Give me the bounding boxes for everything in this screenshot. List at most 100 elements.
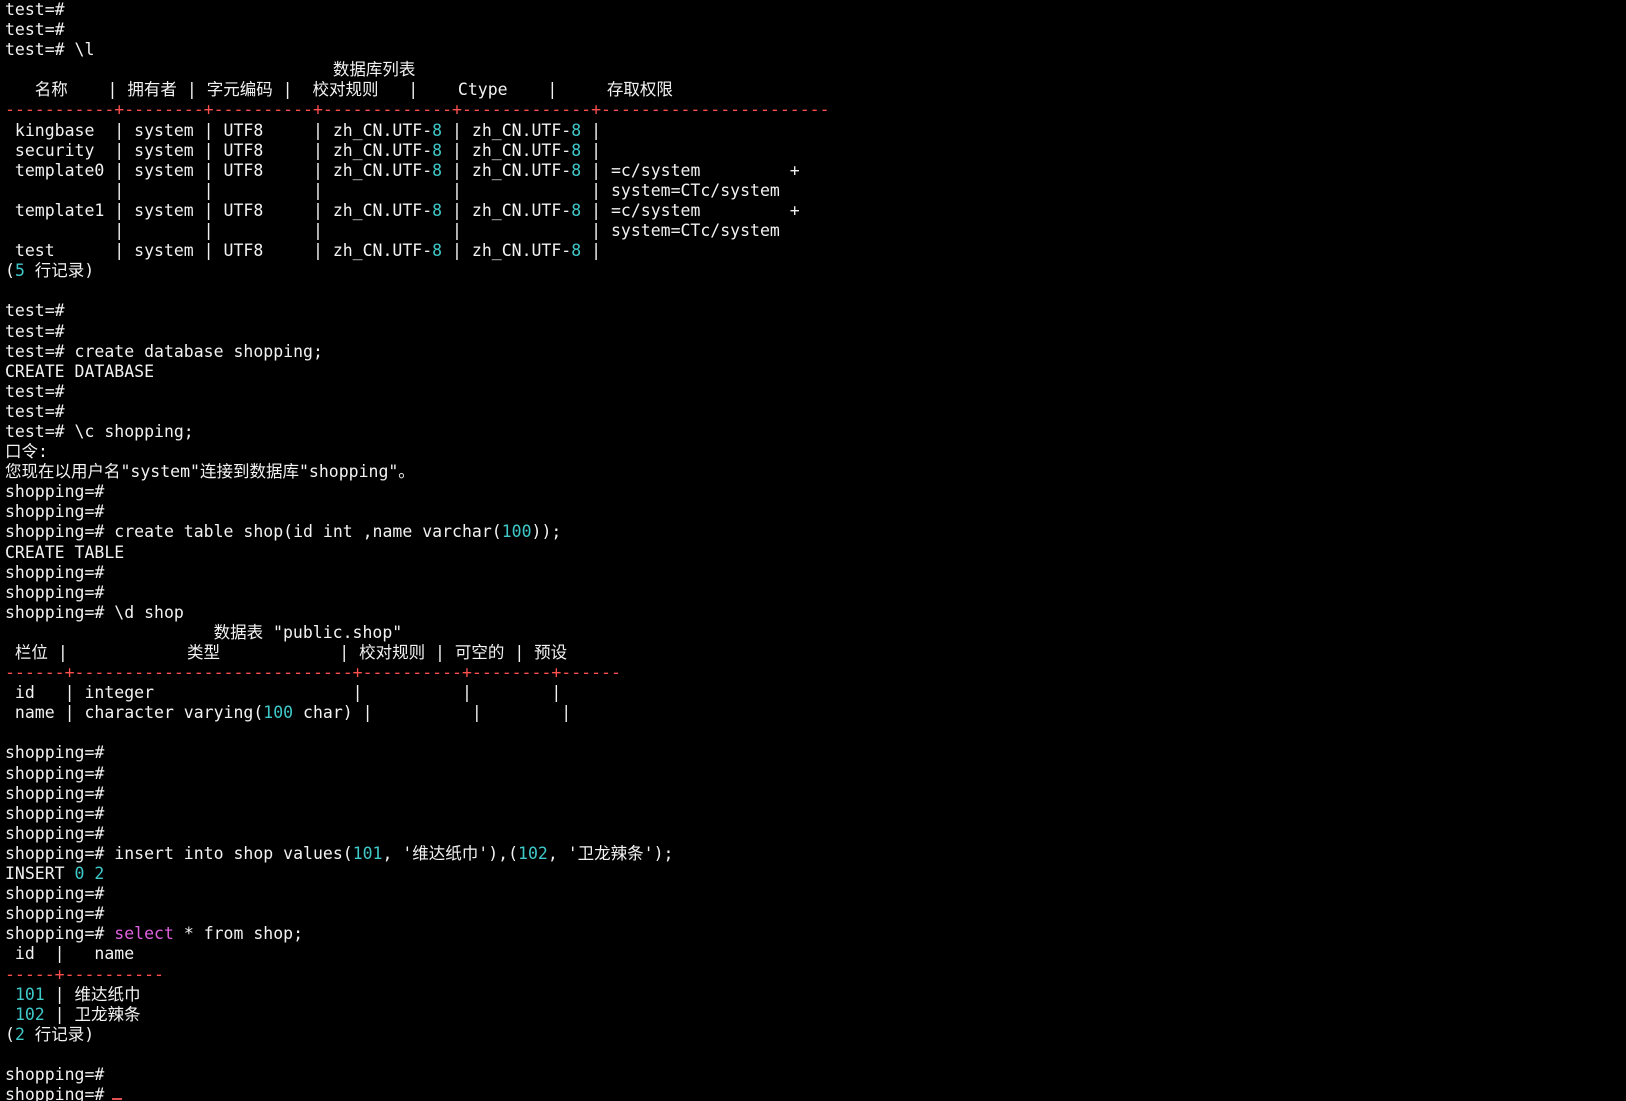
terminal-text: shopping=# [5,1085,105,1101]
terminal-text: shopping=# create table shop(id int ,nam… [5,522,502,542]
cursor-icon [112,1098,123,1101]
terminal-line: 栏位 | 类型 | 校对规则 | 可空的 | 预设 [5,643,1621,663]
terminal-line: test=# [5,382,1621,402]
terminal-text: 102 [14,1004,45,1024]
terminal-text: ( [5,261,15,281]
terminal-text: 8 [571,160,582,180]
terminal-text: shopping=# [5,803,105,823]
terminal-line: shopping=# insert into shop values(101, … [5,844,1621,864]
terminal-text: | | | | | system=CTc/system [5,221,780,241]
terminal-text: shopping=# [5,924,115,944]
terminal-text: -----+ [5,964,65,984]
terminal-line: shopping=# create table shop(id int ,nam… [5,522,1621,542]
terminal-text: | [581,120,602,140]
terminal-line: shopping=# [5,824,1621,844]
terminal-text: template0 | system | UTF8 | zh_CN.UTF- [5,160,433,180]
terminal-text: test=# [5,20,65,40]
terminal-text: | 维达纸巾 [44,984,141,1004]
terminal-text: template1 | system | UTF8 | zh_CN.UTF- [5,200,433,220]
terminal-text: 8 [571,200,582,220]
terminal-line: 数据表 "public.shop" [5,623,1621,643]
terminal-text: 数据库列表 [5,60,416,80]
terminal-text: 2 [94,864,105,884]
terminal-text: | zh_CN.UTF- [442,200,572,220]
terminal-text: shopping=# [5,482,105,502]
terminal-text: shopping=# \d shop [5,602,184,622]
terminal-text: | | | | | system=CTc/system [5,180,780,200]
terminal-text: ------+----------------------------+----… [5,663,621,683]
terminal-text: ( [5,1024,15,1044]
terminal-text: shopping=# [5,502,105,522]
terminal-line: shopping=# [5,563,1621,583]
terminal-line: id | integer | | | [5,683,1621,703]
terminal-text: 8 [571,140,582,160]
terminal-text: name | character varying( [5,703,264,723]
terminal-text: 0 [74,864,85,884]
terminal-line: | | | | | system=CTc/system [5,221,1621,241]
terminal-line: kingbase | system | UTF8 | zh_CN.UTF-8 |… [5,121,1621,141]
terminal-line: 您现在以用户名"system"连接到数据库"shopping"。 [5,462,1621,482]
terminal-text: shopping=# [5,582,105,602]
terminal-line: shopping=# [5,764,1621,784]
terminal-line: INSERT 0 2 [5,864,1621,884]
terminal-line: test=# [5,301,1621,321]
terminal-text: test=# \c shopping; [5,421,194,441]
terminal-text: | zh_CN.UTF- [442,120,572,140]
terminal-text: shopping=# [5,904,105,924]
terminal-text: , '卫龙辣条'); [547,843,674,863]
terminal-line: shopping=# [5,804,1621,824]
terminal-line: shopping=# select * from shop; [5,924,1621,944]
terminal-line: test=# [5,20,1621,40]
terminal-text: select [114,924,174,944]
terminal-text: 101 [352,843,383,863]
terminal-text: shopping=# [5,884,105,904]
terminal-line: id | name [5,944,1621,964]
terminal-text: 2 [14,1024,25,1044]
terminal-text: 行记录) [24,1024,95,1044]
terminal-text: 8 [432,160,443,180]
terminal-line: name | character varying(100 char) | | | [5,703,1621,723]
terminal-text: , '维达纸巾'),( [382,843,519,863]
terminal-text: id | name [5,944,135,964]
terminal-text: 8 [432,120,443,140]
terminal-text: 102 [518,843,548,863]
terminal-text: 8 [571,120,582,140]
terminal-text: | 卫龙辣条 [44,1004,141,1024]
terminal-text: test=# create database shopping; [5,341,323,361]
terminal-text: test=# [5,0,65,19]
terminal-line: test=# create database shopping; [5,342,1621,362]
terminal-line: ------+----------------------------+----… [5,663,1621,683]
terminal-text: | zh_CN.UTF- [442,241,572,261]
terminal-text: 口令: [5,442,48,462]
terminal-output[interactable]: test=# test=# test=# \l 数据库列表 名称 | 拥有者 | 字… [5,0,1621,1101]
terminal-line: 数据库列表 [5,60,1621,80]
terminal-text: 栏位 | 类型 | 校对规则 | 可空的 | 预设 [5,643,568,662]
terminal-line: security | system | UTF8 | zh_CN.UTF-8 |… [5,141,1621,161]
terminal-text: test=# [5,381,65,401]
terminal-text: ---------- [64,964,164,984]
terminal-text: 行记录) [24,261,95,281]
terminal-line: shopping=# [5,1085,1621,1101]
terminal-line: | | | | | system=CTc/system [5,181,1621,201]
terminal-line: shopping=# [5,583,1621,603]
terminal-line: template1 | system | UTF8 | zh_CN.UTF-8 … [5,201,1621,221]
terminal-line: test=# \l [5,40,1621,60]
terminal-line: shopping=# [5,1065,1621,1085]
terminal-line: test=# [5,402,1621,422]
terminal-line: -----+---------- [5,965,1621,985]
terminal-line: shopping=# [5,904,1621,924]
terminal-text: 101 [14,984,45,1004]
terminal-text: | =c/system + [581,200,800,220]
terminal-text: 100 [263,703,294,723]
terminal-text: shopping=# [5,743,105,763]
terminal-line: 名称 | 拥有者 | 字元编码 | 校对规则 | Ctype | 存取权限 [5,80,1621,100]
terminal-text: shopping=# [5,1064,105,1084]
terminal-text: | zh_CN.UTF- [442,140,572,160]
terminal-text: | [581,241,602,261]
terminal-text: test=# [5,401,65,421]
